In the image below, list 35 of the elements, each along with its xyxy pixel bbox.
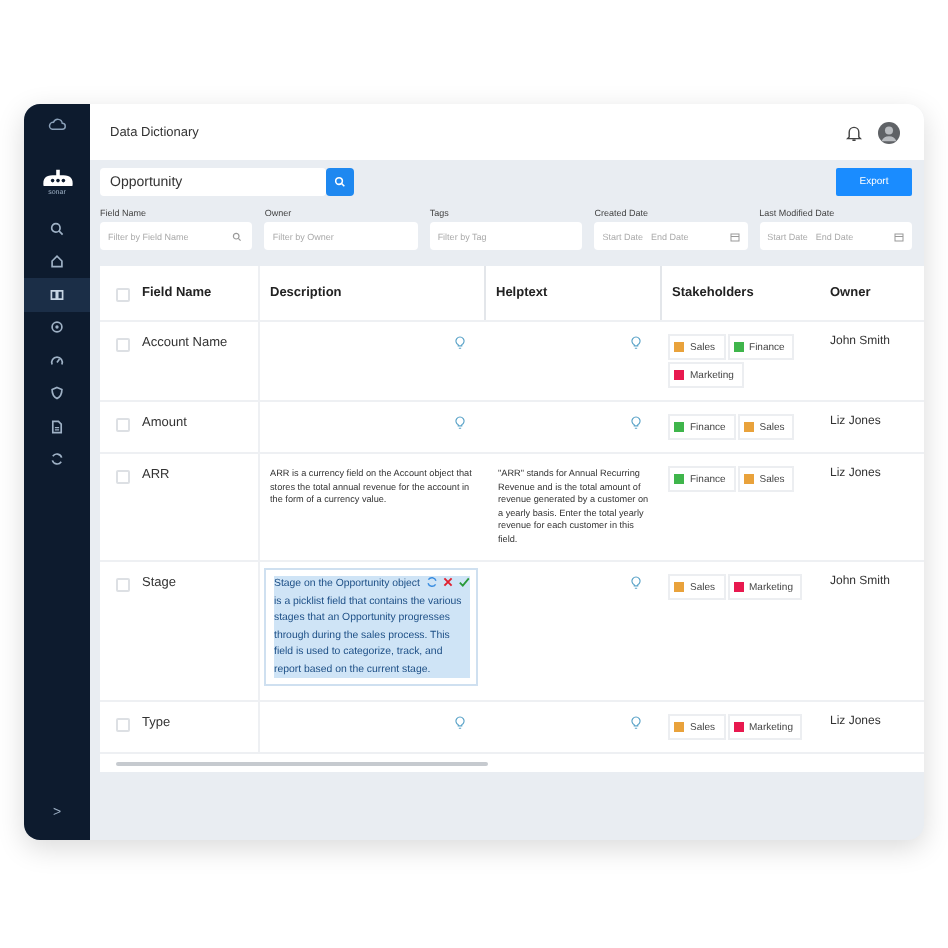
- scrollbar-thumb[interactable]: [116, 761, 488, 765]
- lightbulb-icon[interactable]: [630, 576, 642, 590]
- search-icon: [232, 231, 243, 241]
- checkbox[interactable]: [116, 288, 130, 302]
- book-icon: [50, 287, 64, 302]
- avatar-icon[interactable]: [878, 121, 900, 143]
- target-icon: [50, 320, 64, 335]
- checkbox[interactable]: [116, 718, 130, 732]
- lightbulb-icon[interactable]: [454, 716, 466, 730]
- check-icon[interactable]: [458, 576, 470, 588]
- search-icon: [50, 221, 64, 236]
- shield-icon: [50, 386, 64, 401]
- lightbulb-icon[interactable]: [630, 416, 642, 430]
- cloud-icon[interactable]: [48, 118, 66, 130]
- checkbox[interactable]: [116, 470, 130, 484]
- checkbox[interactable]: [116, 578, 130, 592]
- lightbulb-icon[interactable]: [454, 416, 466, 430]
- lightbulb-icon[interactable]: [630, 716, 642, 730]
- house-icon: [50, 254, 64, 269]
- sync-icon: [50, 452, 64, 467]
- checkbox[interactable]: [116, 418, 130, 432]
- calendar-icon: [894, 231, 905, 241]
- sidebar-item[interactable]: [24, 278, 90, 311]
- lightbulb-icon[interactable]: [630, 336, 642, 350]
- calendar-icon: [729, 231, 740, 241]
- refresh-icon[interactable]: [426, 576, 438, 588]
- bell-icon[interactable]: [846, 123, 862, 141]
- checkbox[interactable]: [116, 338, 130, 352]
- search-button[interactable]: [326, 168, 354, 196]
- gauge-icon: [50, 353, 64, 368]
- close-icon[interactable]: [442, 576, 454, 588]
- logo-icon: [39, 166, 75, 188]
- lightbulb-icon[interactable]: [454, 336, 466, 350]
- search-icon: [334, 176, 346, 188]
- document-icon: [50, 419, 64, 434]
